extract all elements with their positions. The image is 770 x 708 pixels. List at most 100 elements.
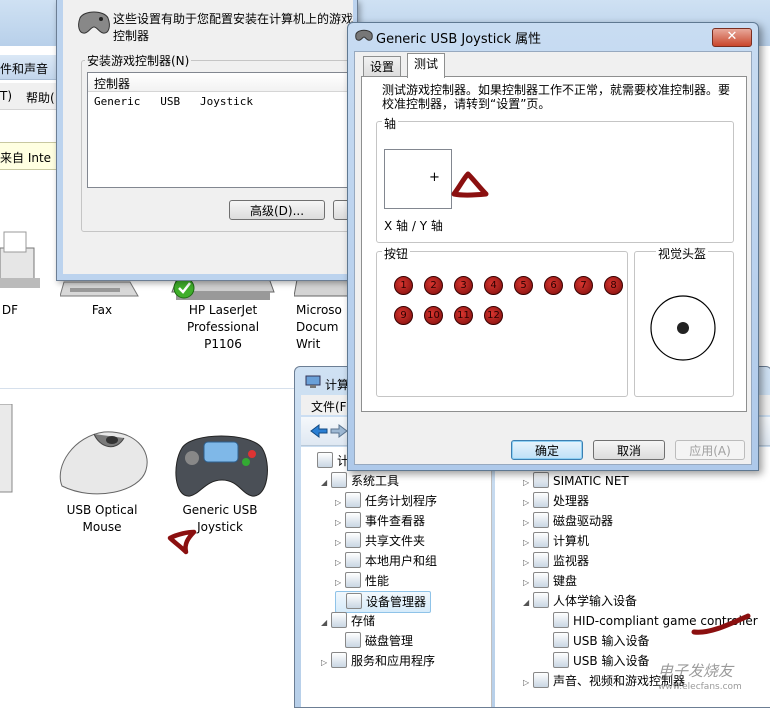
list-item[interactable]: Generic USB Joystick	[94, 95, 253, 108]
tab-test[interactable]: 测试	[407, 53, 446, 78]
menu-tools[interactable]: T)	[0, 89, 12, 103]
tree-node-icon	[345, 632, 361, 648]
expand-toggle-icon[interactable]: ▷	[335, 533, 345, 553]
joystick-button-indicator: 9	[394, 306, 413, 325]
console-tree: 计 ◢ 系统工具 ▷ 任务计划程序 ▷ 事件查看器 ▷ 共享文件夹 ▷ 本地用户和组 ▷ 性能 设备管理器…	[301, 447, 492, 707]
tree-item[interactable]: ▷ 本地用户和组	[335, 551, 437, 571]
expand-toggle-icon[interactable]: ◢	[321, 473, 331, 493]
tree-node-icon	[331, 472, 347, 488]
cancel-button[interactable]: 取消	[593, 440, 665, 460]
advanced-button[interactable]: 高级(D)...	[229, 200, 325, 220]
apply-button[interactable]: 应用(A)	[675, 440, 745, 460]
device-label: Fax	[91, 303, 113, 317]
tree-item-label: 存储	[351, 614, 376, 628]
tree-item[interactable]: 磁盘管理	[335, 631, 413, 651]
section-divider	[0, 388, 300, 389]
tree-item-label: SIMATIC NET	[553, 474, 629, 488]
tree-item-label: 系统工具	[351, 474, 400, 488]
tree-item[interactable]: ▷ 监视器	[523, 551, 589, 571]
expand-toggle-icon[interactable]: ▷	[523, 513, 533, 533]
printer-icon[interactable]	[0, 228, 50, 298]
tree-item[interactable]: ◢ 存储	[321, 611, 375, 631]
tree-item-label: 磁盘管理	[365, 634, 414, 648]
joystick-properties-dialog: Generic USB Joystick 属性 ✕ 设置 测试 测试游戏控制器。…	[347, 22, 759, 471]
axes-group-label: 轴	[382, 115, 399, 132]
tree-item-label: USB 输入设备	[573, 634, 650, 648]
menu-help[interactable]: 帮助(	[26, 89, 55, 106]
expand-toggle-icon[interactable]: ▷	[321, 653, 331, 673]
joystick-button-indicator: 12	[484, 306, 503, 325]
controllers-list[interactable]: 控制器 Generic USB Joystick	[87, 72, 359, 188]
joystick-button-indicator: 5	[514, 276, 533, 295]
computer-management-icon	[305, 375, 321, 388]
joystick-button-indicator: 3	[454, 276, 473, 295]
tree-item-label: 事件查看器	[365, 514, 426, 528]
tree-item-label: 计算机	[553, 534, 590, 548]
pov-group-label: 视觉头盔	[656, 245, 709, 262]
expand-toggle-icon[interactable]: ▷	[523, 553, 533, 573]
tree-item-label: 本地用户和组	[365, 554, 438, 568]
tree-node-icon	[346, 593, 362, 609]
tree-node-icon	[345, 532, 361, 548]
expand-toggle-icon[interactable]: ▷	[523, 673, 533, 693]
joystick-title-icon	[355, 29, 373, 41]
device-icon[interactable]	[0, 404, 14, 494]
tree-item[interactable]: ▷ 任务计划程序	[335, 491, 437, 511]
tree-item[interactable]: ▷ 事件查看器	[335, 511, 425, 531]
expand-toggle-icon[interactable]: ▷	[335, 493, 345, 513]
expand-toggle-icon[interactable]: ▷	[335, 553, 345, 573]
tree-item[interactable]: ▷ 磁盘驱动器	[523, 511, 613, 531]
expand-toggle-icon[interactable]: ▷	[523, 493, 533, 513]
tree-node-icon	[553, 632, 569, 648]
joystick-button-indicator: 4	[484, 276, 503, 295]
tree-item[interactable]: ▷ 服务和应用程序	[321, 651, 435, 671]
tree-item[interactable]: ◢ 人体学输入设备	[523, 591, 637, 611]
column-header-text: 控制器	[94, 77, 131, 91]
joystick-button-indicator: 10	[424, 306, 443, 325]
menu-file[interactable]: 文件(F	[311, 398, 347, 415]
tree-item[interactable]: ▷ 性能	[335, 571, 389, 591]
watermark-url: www.elecfans.com	[658, 682, 742, 692]
tree-node-icon	[533, 532, 549, 548]
tree-item[interactable]: 计	[307, 451, 349, 471]
tree-item[interactable]: ▷ 计算机	[523, 531, 589, 551]
tree-item[interactable]: USB 输入设备	[543, 651, 649, 671]
device-label: Microso Docum Writ	[296, 303, 342, 351]
expand-toggle-icon[interactable]: ▷	[335, 573, 345, 593]
tree-node-icon	[533, 572, 549, 588]
device-label: USB Optical Mouse	[66, 503, 138, 534]
ok-button[interactable]: 确定	[511, 440, 583, 460]
tree-item[interactable]: USB 输入设备	[543, 631, 649, 651]
close-button[interactable]: ✕	[712, 28, 752, 47]
column-header[interactable]: 控制器	[88, 73, 358, 92]
buttons-group	[376, 251, 628, 397]
back-forward-icon[interactable]	[309, 423, 349, 439]
tree-node-icon	[533, 592, 549, 608]
dialog-description: 这些设置有助于您配置安装在计算机上的游戏控制器	[113, 12, 354, 43]
expand-toggle-icon[interactable]: ▷	[335, 513, 345, 533]
pov-indicator-icon	[650, 295, 716, 361]
tree-item[interactable]: ▷ 键盘	[523, 571, 577, 591]
expand-toggle-icon[interactable]: ▷	[523, 533, 533, 553]
expand-toggle-icon[interactable]: ▷	[523, 473, 533, 493]
tree-node-icon	[345, 512, 361, 528]
tree-item[interactable]: ▷ SIMATIC NET	[523, 471, 629, 491]
tree-item[interactable]: 设备管理器	[335, 591, 432, 613]
expand-toggle-icon[interactable]: ◢	[321, 613, 331, 633]
joystick-button-indicator: 7	[574, 276, 593, 295]
gamepad-icon[interactable]	[172, 428, 270, 500]
axis-crosshair: +	[429, 170, 440, 185]
watermark: 电子发烧友	[658, 662, 734, 680]
device-label: DF	[1, 303, 19, 317]
tree-item[interactable]: ◢ 系统工具	[321, 471, 399, 491]
tree-node-icon	[345, 552, 361, 568]
buttons-group-label: 按钮	[382, 245, 411, 262]
tab-settings[interactable]: 设置	[363, 56, 402, 77]
tree-item[interactable]: ▷ 共享文件夹	[335, 531, 425, 551]
expand-toggle-icon[interactable]: ◢	[523, 593, 533, 613]
device-label: HP LaserJet Professional P1106	[186, 303, 260, 351]
tree-item[interactable]: ▷ 处理器	[523, 491, 589, 511]
mouse-icon[interactable]	[54, 426, 154, 502]
expand-toggle-icon[interactable]: ▷	[523, 573, 533, 593]
tree-node-icon	[553, 652, 569, 668]
